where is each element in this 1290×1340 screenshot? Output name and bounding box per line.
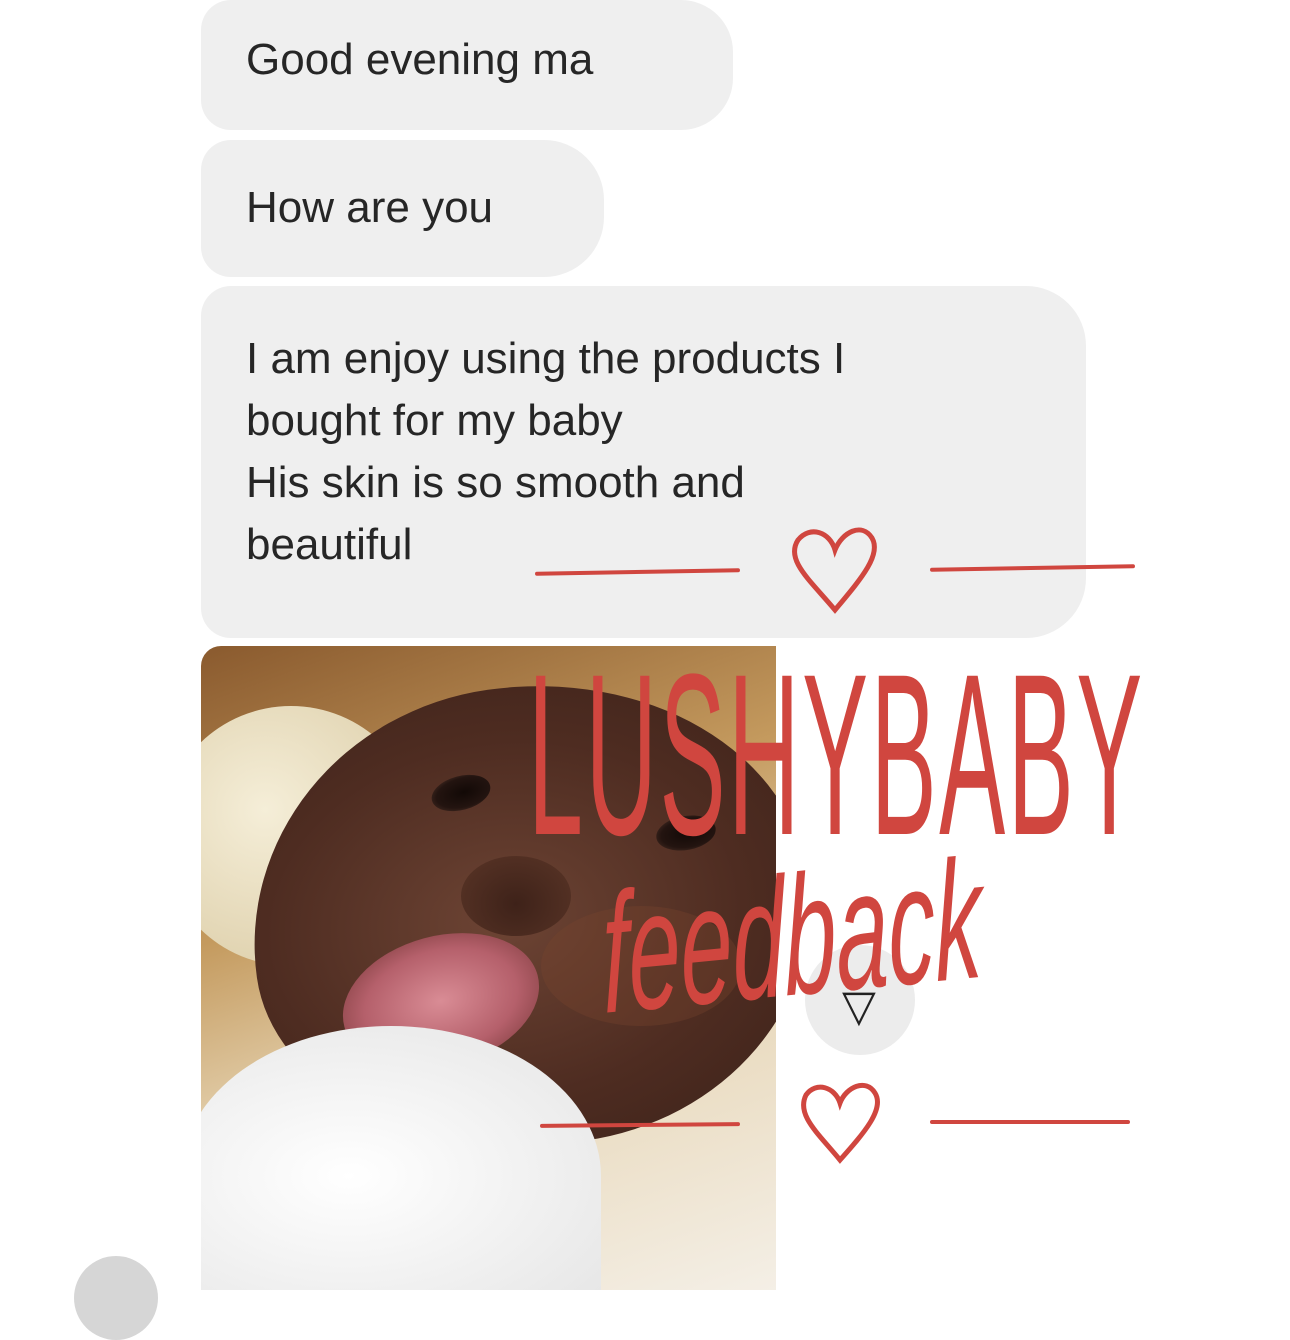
message-line-4: beautiful [246,520,413,569]
message-bubble-3[interactable]: I am enjoy using the products I bought f… [201,286,1086,638]
chat-thread: Good evening ma How are you I am enjoy u… [0,0,1290,1340]
message-bubble-2[interactable]: How are you [201,140,604,277]
message-text-1: Good evening ma [246,35,594,84]
baby-photo[interactable] [201,646,776,1290]
photo-nose [461,856,571,936]
message-line-2: bought for my baby [246,396,623,445]
forward-arrow-icon: ▽ [842,981,876,1032]
message-bubble-1[interactable]: Good evening ma [201,0,733,130]
message-text-2: How are you [246,183,494,232]
message-line-3: His skin is so smooth and [246,458,745,507]
message-line-1: I am enjoy using the products I [246,334,846,383]
avatar[interactable] [74,1256,158,1340]
photo-cheek [541,906,741,1026]
